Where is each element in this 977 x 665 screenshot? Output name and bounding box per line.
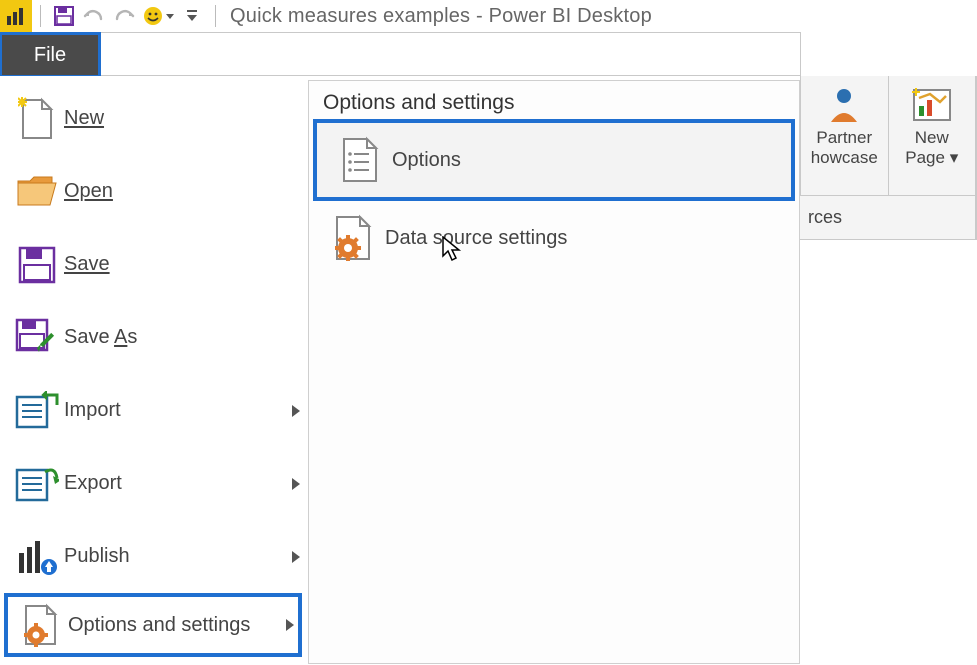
publish-icon	[15, 537, 59, 577]
file-menu-export[interactable]: Export	[0, 447, 308, 520]
customize-qat-icon	[186, 9, 198, 23]
file-tab-label: File	[34, 44, 66, 67]
file-menu-label: Save	[64, 253, 308, 276]
file-menu-label: Save As	[64, 326, 308, 349]
sub-item-data-source-settings[interactable]: Data source settings	[309, 199, 799, 277]
file-menu-label: Export	[64, 472, 284, 495]
options-gear-doc-icon	[21, 603, 61, 647]
ribbon-tabs-row: File	[0, 32, 801, 76]
app-logo-corner	[0, 0, 32, 32]
file-menu-save-as[interactable]: Save As	[0, 301, 308, 374]
file-menu-open[interactable]: Open	[0, 155, 308, 228]
export-icon	[15, 464, 59, 504]
data-source-settings-icon	[332, 214, 374, 262]
undo-icon	[83, 7, 105, 25]
backstage-view: New Open Save	[0, 76, 977, 665]
ribbon-btn-label-line1: Partner	[816, 128, 872, 148]
smiley-icon	[143, 6, 163, 26]
separator	[40, 5, 41, 27]
separator	[215, 5, 216, 27]
file-menu-label: Open	[64, 180, 308, 203]
qat-smiley-button[interactable]	[141, 3, 175, 29]
ribbon-group-label-partial: rces	[800, 196, 977, 240]
sub-item-options[interactable]: Options	[315, 121, 793, 199]
import-icon	[15, 391, 59, 431]
ribbon-partner-showcase-button[interactable]: Partner howcase	[800, 76, 888, 195]
file-tab[interactable]: File	[0, 33, 100, 77]
save-icon	[18, 246, 56, 284]
file-menu-label: Options and settings	[68, 614, 278, 637]
sub-item-label: Data source settings	[385, 227, 567, 250]
save-as-icon	[15, 318, 59, 358]
window-title: Quick measures examples - Power BI Deskt…	[230, 5, 652, 28]
redo-icon	[113, 7, 135, 25]
file-menu-label: Import	[64, 399, 284, 422]
ribbon-btn-label-line2: Page ▾	[905, 148, 958, 168]
qat-customize-button[interactable]	[179, 3, 205, 29]
ribbon-btn-label-line1: New	[915, 128, 949, 148]
title-bar: Quick measures examples - Power BI Deskt…	[0, 0, 977, 32]
qat-undo-button[interactable]	[81, 3, 107, 29]
file-menu-label: Publish	[64, 545, 284, 568]
file-menu-new[interactable]: New	[0, 82, 308, 155]
options-and-settings-panel: Options and settings Options	[308, 80, 800, 664]
file-menu-options-and-settings[interactable]: Options and settings	[4, 593, 302, 657]
powerbi-logo-icon	[7, 7, 25, 25]
new-page-chart-icon	[912, 88, 952, 122]
ribbon-right-group: Partner howcase New Page ▾	[800, 76, 977, 196]
file-menu: New Open Save	[0, 76, 308, 665]
file-menu-publish[interactable]: Publish	[0, 520, 308, 593]
file-menu-save[interactable]: Save	[0, 228, 308, 301]
chevron-right-icon	[284, 551, 308, 563]
chevron-right-icon	[284, 478, 308, 490]
partner-person-icon	[827, 86, 861, 124]
chevron-right-icon	[284, 405, 308, 417]
ribbon-btn-label-line2: howcase	[811, 148, 878, 168]
sub-item-label: Options	[392, 149, 461, 172]
chevron-down-icon	[166, 14, 174, 19]
chevron-right-icon	[278, 619, 302, 631]
file-menu-import[interactable]: Import	[0, 374, 308, 447]
options-list-doc-icon	[339, 136, 381, 184]
save-icon	[54, 6, 74, 26]
file-menu-label: New	[64, 107, 308, 130]
ribbon-new-page-button[interactable]: New Page ▾	[888, 76, 976, 195]
qat-save-button[interactable]	[51, 3, 77, 29]
new-doc-icon	[18, 97, 56, 141]
sub-panel-title: Options and settings	[309, 81, 799, 121]
qat-redo-button[interactable]	[111, 3, 137, 29]
open-folder-icon	[16, 175, 58, 209]
